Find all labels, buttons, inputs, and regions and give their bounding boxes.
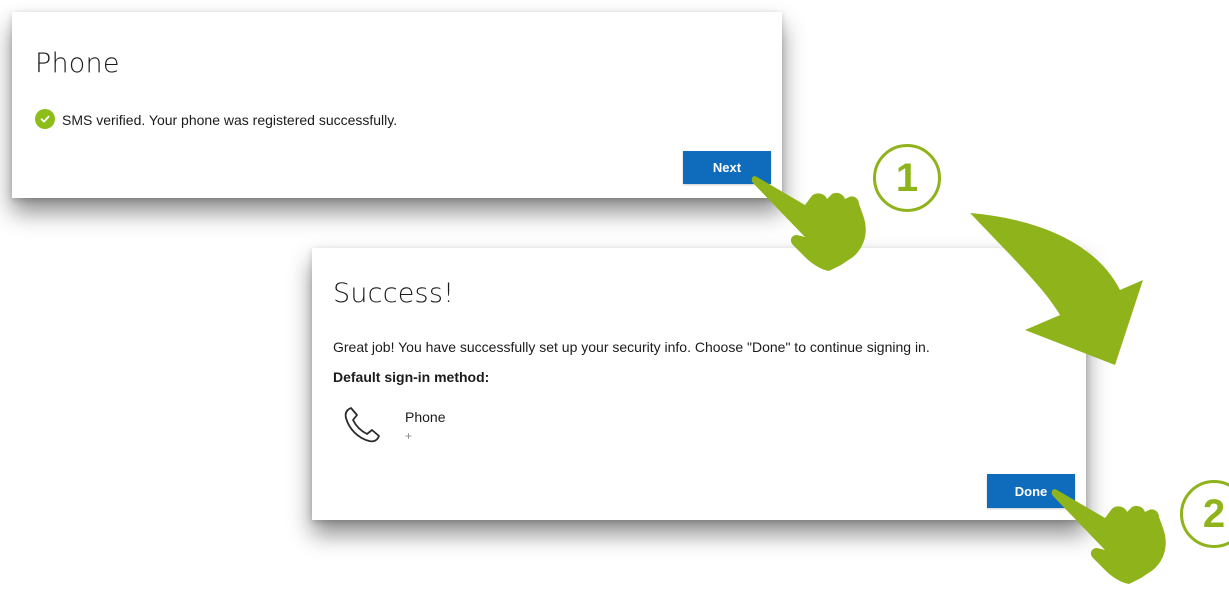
success-dialog-title: Success! [333, 278, 455, 309]
default-method-heading: Default sign-in method: [333, 369, 490, 385]
phone-dialog-title: Phone [35, 48, 120, 79]
method-value: + [405, 429, 413, 443]
hand-pointer-icon [751, 176, 866, 271]
check-circle-icon [35, 109, 55, 129]
success-message: Great job! You have successfully set up … [333, 339, 930, 355]
phone-dialog: Phone SMS verified. Your phone was regis… [12, 12, 782, 198]
step-badge: 1 [873, 144, 941, 212]
method-name: Phone [405, 409, 446, 425]
phone-icon [340, 403, 384, 447]
status-message: SMS verified. Your phone was registered … [62, 112, 398, 128]
hand-pointer-icon [1051, 489, 1166, 584]
curved-arrow-icon [970, 213, 1143, 365]
step-badge: 2 [1180, 480, 1229, 548]
